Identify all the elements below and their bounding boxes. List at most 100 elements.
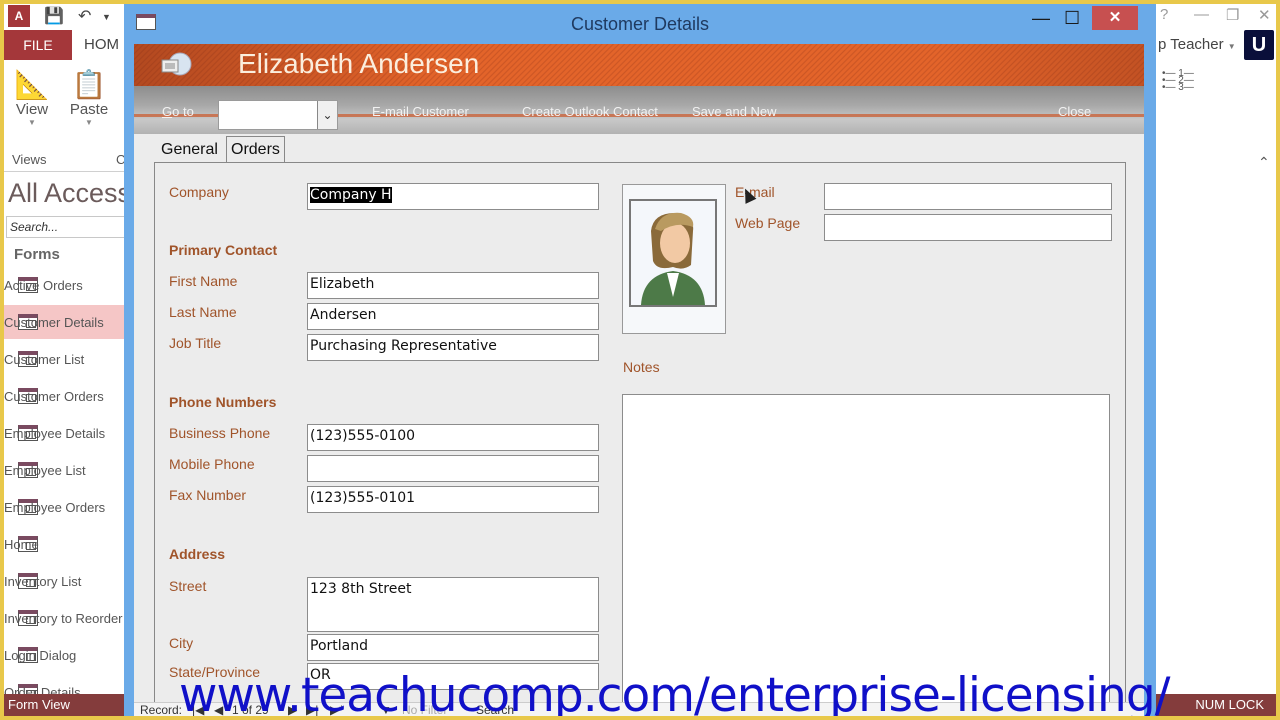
- chevron-down-icon[interactable]: ⌄: [317, 101, 337, 129]
- mobile-phone-field[interactable]: [307, 455, 599, 482]
- header-customer-name: Elizabeth Andersen: [238, 48, 480, 79]
- chevron-down-icon[interactable]: ▼: [102, 12, 111, 22]
- person-avatar-icon: [641, 212, 705, 305]
- chevron-down-icon: ▼: [28, 118, 36, 127]
- city-field[interactable]: Portland: [307, 634, 599, 661]
- first-name-label: First Name: [169, 273, 238, 289]
- nav-item-label: Active Orders: [4, 277, 83, 293]
- contact-card-icon: [161, 52, 192, 76]
- quick-access-toolbar: A 💾 ↶ ▼: [4, 4, 134, 30]
- maximize-icon[interactable]: ☐: [1064, 8, 1080, 29]
- notes-label: Notes: [623, 359, 660, 375]
- access-logo-icon: A: [8, 5, 30, 27]
- nav-item-form[interactable]: Customer Orders: [4, 379, 134, 413]
- street-label: Street: [169, 578, 207, 594]
- paste-button[interactable]: 📋 Paste ▼: [66, 68, 112, 127]
- nav-section-forms[interactable]: Forms: [14, 246, 60, 263]
- nav-item-form[interactable]: Employee Orders: [4, 490, 134, 524]
- status-num-lock: NUM LOCK: [1156, 694, 1276, 716]
- company-field[interactable]: Company H: [307, 183, 599, 210]
- save-and-new-button[interactable]: Save and New: [692, 104, 777, 119]
- close-icon[interactable]: ✕: [1258, 6, 1271, 24]
- job-title-label: Job Title: [169, 335, 222, 351]
- web-page-field[interactable]: [824, 214, 1112, 241]
- nav-item-form[interactable]: Active Orders: [4, 268, 134, 302]
- nav-item-label: Customer Orders: [4, 388, 104, 404]
- fax-number-field[interactable]: (123)555-0101: [307, 486, 599, 513]
- minimize-icon[interactable]: —: [1194, 6, 1209, 23]
- navigation-pane: All Access Search... Forms Active Orders…: [4, 172, 134, 702]
- paste-label: Paste: [69, 101, 109, 118]
- nav-pane-title[interactable]: All Access: [8, 178, 131, 209]
- nav-item-form[interactable]: Employee List: [4, 453, 134, 487]
- tab-home[interactable]: HOM: [84, 30, 119, 60]
- ribbon: 📐 View ▼ 📋 Paste ▼ Views C: [4, 60, 134, 172]
- numbered-list-icon[interactable]: •— 1— •— 2— •— 3—: [1162, 69, 1194, 93]
- save-icon[interactable]: 💾: [44, 6, 64, 26]
- nav-item-form[interactable]: Inventory List: [4, 564, 134, 598]
- email-field[interactable]: [824, 183, 1112, 210]
- goto-label: Go to: [162, 104, 194, 119]
- help-icon[interactable]: ?: [1160, 6, 1168, 23]
- restore-icon[interactable]: ❐: [1226, 6, 1239, 24]
- status-view-mode: Form View: [4, 694, 128, 716]
- undo-icon[interactable]: ↶: [78, 6, 91, 26]
- form-header: Elizabeth Andersen: [134, 44, 1144, 86]
- watermark-url: www.teachucomp.com/enterprise-licensing/: [179, 668, 1170, 716]
- close-form-button[interactable]: Close: [1058, 104, 1091, 119]
- goto-dropdown[interactable]: ⌄: [218, 100, 338, 130]
- business-phone-field[interactable]: (123)555-0100: [307, 424, 599, 451]
- nav-item-label: Login Dialog: [4, 647, 77, 663]
- nav-item-label: Inventory to Reorder: [4, 610, 123, 626]
- phone-numbers-heading: Phone Numbers: [169, 394, 277, 410]
- user-name[interactable]: p Teacher ▼: [1158, 36, 1236, 53]
- clipboard-icon: 📋: [71, 69, 107, 100]
- tab-file[interactable]: FILE: [4, 30, 72, 60]
- contact-photo[interactable]: [622, 184, 726, 334]
- nav-search-input[interactable]: Search...: [6, 216, 132, 238]
- fax-number-label: Fax Number: [169, 487, 247, 503]
- nav-item-label: Employee Details: [4, 425, 106, 441]
- close-icon: ✕: [1108, 9, 1122, 26]
- record-label: Record:: [140, 703, 183, 716]
- user-name-text: p Teacher: [1158, 36, 1224, 53]
- user-avatar[interactable]: U: [1244, 30, 1274, 60]
- nav-item-form[interactable]: Inventory to Reorder: [4, 601, 134, 635]
- view-button[interactable]: 📐 View ▼: [10, 68, 54, 127]
- company-label: Company: [169, 184, 229, 200]
- nav-item-form[interactable]: Home: [4, 527, 134, 561]
- nav-item-form[interactable]: Customer Details: [4, 305, 134, 339]
- view-icon: 📐: [14, 69, 50, 100]
- company-value: Company H: [310, 187, 392, 203]
- access-window: A 💾 ↶ ▼ FILE HOM 📐 View ▼ 📋 Paste ▼ View…: [4, 4, 1276, 716]
- close-button[interactable]: ✕: [1092, 6, 1138, 30]
- nav-item-label: Customer Details: [4, 314, 104, 330]
- minimize-icon[interactable]: —: [1032, 8, 1050, 29]
- customer-details-dialog: Customer Details — ☐ ✕ Elizabeth Anderse…: [124, 4, 1156, 716]
- ribbon-tabs: FILE HOM: [4, 30, 134, 60]
- job-title-field[interactable]: Purchasing Representative: [307, 334, 599, 361]
- street-field[interactable]: 123 8th Street: [307, 577, 599, 632]
- tab-orders[interactable]: Orders: [226, 136, 285, 163]
- nav-item-label: Employee Orders: [4, 499, 106, 515]
- nav-item-form[interactable]: Login Dialog: [4, 638, 134, 672]
- views-group-label: Views: [12, 152, 47, 167]
- nav-item-form[interactable]: Employee Details: [4, 416, 134, 450]
- chevron-down-icon: ▼: [85, 118, 93, 127]
- create-outlook-contact-button[interactable]: Create Outlook Contact: [522, 104, 658, 119]
- collapse-ribbon-icon[interactable]: ⌃: [1258, 154, 1270, 171]
- last-name-field[interactable]: Andersen: [307, 303, 599, 330]
- tab-general[interactable]: General: [156, 136, 223, 163]
- nav-item-form[interactable]: Customer List: [4, 342, 134, 376]
- city-label: City: [169, 635, 194, 651]
- chevron-down-icon: ▼: [1227, 42, 1236, 51]
- notes-field[interactable]: [622, 394, 1110, 714]
- primary-contact-heading: Primary Contact: [169, 242, 278, 258]
- business-phone-label: Business Phone: [169, 425, 271, 441]
- email-customer-button[interactable]: E-mail Customer: [372, 104, 469, 119]
- ribbon-right: ? — ❐ ✕ p Teacher ▼ U •— 1— •— 2— •— 3— ⌃: [1154, 4, 1276, 694]
- first-name-field[interactable]: Elizabeth: [307, 272, 599, 299]
- nav-item-label: Home: [4, 536, 39, 552]
- nav-item-label: Inventory List: [4, 573, 82, 589]
- mobile-phone-label: Mobile Phone: [169, 456, 255, 472]
